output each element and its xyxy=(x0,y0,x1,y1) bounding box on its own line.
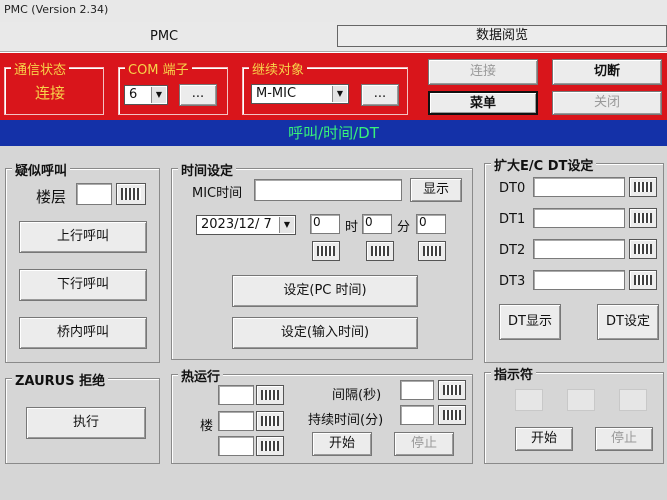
date-value: 2023/12/ 7 xyxy=(201,217,272,232)
keyboard-icon[interactable] xyxy=(438,380,466,400)
dt1-field[interactable] xyxy=(533,208,625,228)
disconnect-button[interactable]: 切断 xyxy=(552,59,662,85)
hour-unit: 时 xyxy=(345,220,359,235)
keyboard-icon[interactable] xyxy=(629,239,657,259)
interval-input[interactable] xyxy=(400,380,434,400)
com-port-select[interactable]: 6 ▼ xyxy=(124,85,168,105)
interval-label: 间隔(秒) xyxy=(332,388,382,403)
dt1-label: DT1 xyxy=(499,212,526,227)
section-banner: 呼叫/时间/DT xyxy=(0,120,667,146)
menu-button[interactable]: 菜单 xyxy=(428,91,538,115)
set-input-time-button[interactable]: 设定(输入时间) xyxy=(232,317,418,349)
dt-show-button[interactable]: DT显示 xyxy=(499,304,561,340)
time-setting-group: 时间设定 MIC时间 显示 2023/12/ 7 ▼ 0 时 0 分 0 设定(… xyxy=(171,160,473,360)
indicator-lamp xyxy=(619,389,647,411)
indicator-title: 指示符 xyxy=(491,364,537,383)
sim-call-group: 疑似呼叫 楼层 上行呼叫 下行呼叫 桥内呼叫 xyxy=(5,160,160,363)
hotrun-floor-input-1[interactable] xyxy=(218,385,254,405)
relay-target-more-button[interactable]: ... xyxy=(361,84,399,106)
dt0-label: DT0 xyxy=(499,181,526,196)
dt3-label: DT3 xyxy=(499,274,526,289)
com-port-value: 6 xyxy=(129,87,138,102)
control-panel: 通信状态 连接 COM 端子 6 ▼ ... 继续对象 M-MIC ▼ ... … xyxy=(0,52,667,120)
mic-time-label: MIC时间 xyxy=(192,186,243,201)
set-pc-time-button[interactable]: 设定(PC 时间) xyxy=(232,275,418,307)
keyboard-icon[interactable] xyxy=(116,183,146,205)
minute-unit: 分 xyxy=(397,220,411,235)
zaurus-reject-group: ZAURUS 拒绝 执行 xyxy=(5,370,160,464)
chevron-down-icon: ▼ xyxy=(279,217,294,233)
mic-time-field xyxy=(254,179,402,201)
keyboard-icon[interactable] xyxy=(312,241,340,261)
com-port-group: COM 端子 6 ▼ ... xyxy=(118,59,228,115)
duration-input[interactable] xyxy=(400,405,434,425)
keyboard-icon[interactable] xyxy=(629,177,657,197)
chevron-down-icon: ▼ xyxy=(332,86,347,102)
floor-label: 楼层 xyxy=(36,188,67,206)
relay-target-select[interactable]: M-MIC ▼ xyxy=(251,84,349,104)
data-browse-tab[interactable]: 数据阅览 xyxy=(337,25,667,47)
hotrun-floor-input-2[interactable] xyxy=(218,411,254,431)
comm-status-group: 通信状态 连接 xyxy=(4,59,104,115)
dt2-label: DT2 xyxy=(499,243,526,258)
dt-setting-group: 扩大E/C DT设定 DT0 DT1 DT2 DT3 DT显示 DT设定 xyxy=(484,155,664,363)
down-call-button[interactable]: 下行呼叫 xyxy=(19,269,147,301)
dt0-field[interactable] xyxy=(533,177,625,197)
com-port-title: COM 端子 xyxy=(125,59,192,78)
relay-target-title: 继续对象 xyxy=(249,59,308,78)
close-button[interactable]: 关闭 xyxy=(552,91,662,115)
car-call-button[interactable]: 桥内呼叫 xyxy=(19,317,147,349)
relay-target-value: M-MIC xyxy=(256,86,297,101)
zaurus-reject-title: ZAURUS 拒绝 xyxy=(12,370,109,389)
execute-button[interactable]: 执行 xyxy=(26,407,146,439)
indicator-group: 指示符 开始 停止 xyxy=(484,364,664,464)
keyboard-icon[interactable] xyxy=(418,241,446,261)
chevron-down-icon: ▼ xyxy=(151,87,166,103)
date-picker[interactable]: 2023/12/ 7 ▼ xyxy=(196,215,296,235)
relay-target-group: 继续对象 M-MIC ▼ ... xyxy=(242,59,408,115)
hot-run-group: 热运行 楼 间隔(秒) 持续时间(分) 开始 停止 xyxy=(171,366,473,464)
minute-input[interactable]: 0 xyxy=(362,214,392,234)
comm-status-value: 连接 xyxy=(35,84,66,102)
up-call-button[interactable]: 上行呼叫 xyxy=(19,221,147,253)
keyboard-icon[interactable] xyxy=(256,411,284,431)
keyboard-icon[interactable] xyxy=(438,405,466,425)
indicator-start-button[interactable]: 开始 xyxy=(515,427,573,451)
dt3-field[interactable] xyxy=(533,270,625,290)
keyboard-icon[interactable] xyxy=(256,436,284,456)
dt-setting-title: 扩大E/C DT设定 xyxy=(491,155,597,174)
keyboard-icon[interactable] xyxy=(256,385,284,405)
hotrun-floor-input-3[interactable] xyxy=(218,436,254,456)
show-time-button[interactable]: 显示 xyxy=(410,178,462,202)
hour-input[interactable]: 0 xyxy=(310,214,340,234)
time-setting-title: 时间设定 xyxy=(178,160,237,179)
window-title: PMC (Version 2.34) xyxy=(0,0,667,22)
indicator-stop-button[interactable]: 停止 xyxy=(595,427,653,451)
duration-label: 持续时间(分) xyxy=(308,413,384,428)
hot-run-title: 热运行 xyxy=(178,366,224,385)
top-bar: PMC 数据阅览 xyxy=(0,22,667,52)
indicator-lamp xyxy=(567,389,595,411)
hotrun-start-button[interactable]: 开始 xyxy=(312,432,372,456)
dt2-field[interactable] xyxy=(533,239,625,259)
hotrun-stop-button[interactable]: 停止 xyxy=(394,432,454,456)
app-label: PMC xyxy=(150,29,179,44)
comm-status-title: 通信状态 xyxy=(11,59,70,78)
com-port-more-button[interactable]: ... xyxy=(179,84,217,106)
keyboard-icon[interactable] xyxy=(366,241,394,261)
indicator-lamp xyxy=(515,389,543,411)
keyboard-icon[interactable] xyxy=(629,270,657,290)
dt-set-button[interactable]: DT设定 xyxy=(597,304,659,340)
second-input[interactable]: 0 xyxy=(416,214,446,234)
connect-button[interactable]: 连接 xyxy=(428,59,538,85)
hotrun-floor-label: 楼 xyxy=(200,419,214,434)
sim-call-title: 疑似呼叫 xyxy=(12,160,71,179)
keyboard-icon[interactable] xyxy=(629,208,657,228)
floor-input[interactable] xyxy=(76,183,112,205)
